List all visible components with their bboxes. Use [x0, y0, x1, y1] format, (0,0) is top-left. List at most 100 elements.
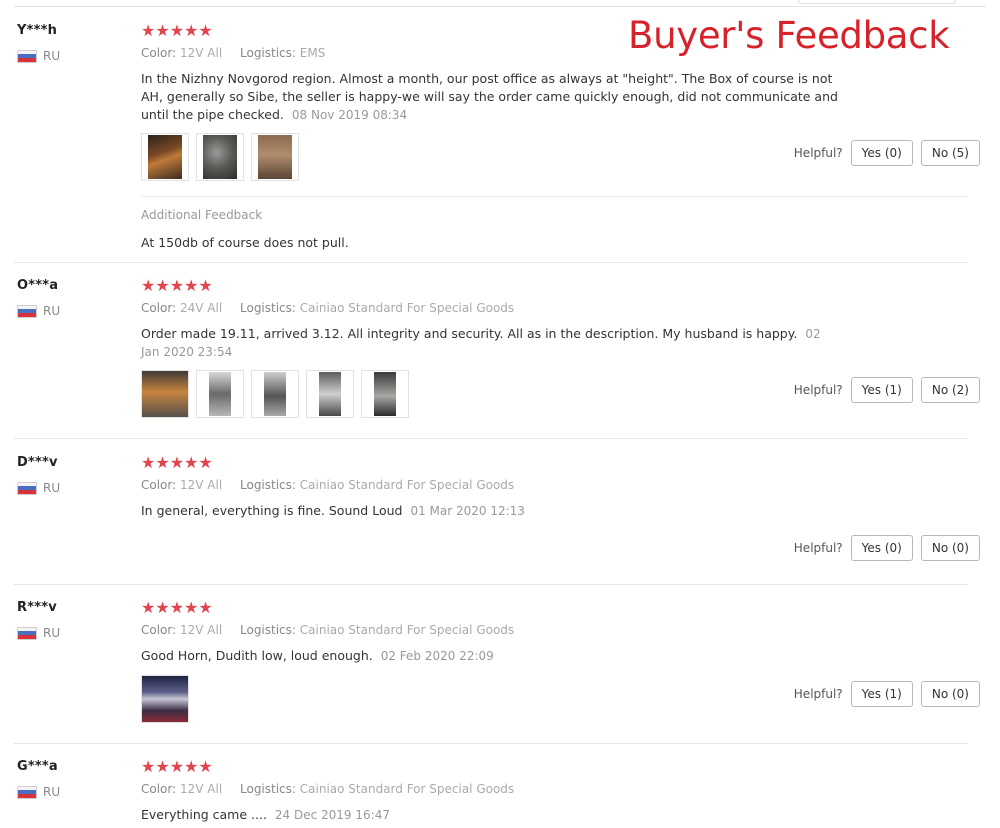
color-label: Color:: [141, 623, 177, 637]
russia-flag-icon: [17, 626, 37, 640]
star-rating: ★★★★★: [141, 276, 213, 295]
star-rating: ★★★★★: [141, 598, 213, 617]
russia-flag-icon: [17, 481, 37, 495]
logistics-value: Cainiao Standard For Special Goods: [299, 782, 515, 796]
review-photo-thumbnail[interactable]: [251, 133, 299, 181]
review-divider: [14, 584, 967, 585]
review-date: 02 Feb 2020 22:09: [380, 649, 494, 663]
buyer-country: RU: [17, 49, 60, 63]
helpful-no-button[interactable]: No (2): [920, 377, 980, 403]
review-photos: [141, 133, 299, 181]
logistics-value: Cainiao Standard For Special Goods: [299, 301, 515, 315]
russia-flag-icon: [17, 49, 37, 63]
logistics-label: Logistics:: [240, 623, 296, 637]
country-code: RU: [43, 626, 61, 640]
buyer-name: G***a: [17, 759, 58, 774]
review-photos: [141, 370, 409, 418]
order-meta: Color: 12V All Logistics: EMS: [141, 46, 339, 60]
logistics-label: Logistics:: [240, 782, 296, 796]
color-label: Color:: [141, 46, 177, 60]
review-photos: [141, 675, 189, 723]
review-divider: [14, 262, 967, 263]
additional-feedback-title: Additional Feedback: [141, 208, 263, 222]
review-photo-thumbnail[interactable]: [196, 133, 244, 181]
order-meta: Color: 12V All Logistics: Cainiao Standa…: [141, 478, 528, 492]
helpful-yes-button[interactable]: Yes (1): [850, 681, 913, 707]
star-rating: ★★★★★: [141, 757, 213, 776]
review-text: Everything came .... 24 Dec 2019 16:47: [141, 806, 841, 824]
logistics-value: Cainiao Standard For Special Goods: [299, 623, 515, 637]
country-code: RU: [43, 785, 61, 799]
review-date: 24 Dec 2019 16:47: [274, 808, 390, 822]
color-value: 12V All: [180, 782, 223, 796]
color-value: 12V All: [180, 46, 223, 60]
helpful-label: Helpful?: [793, 146, 843, 160]
helpful-no-button[interactable]: No (0): [920, 681, 980, 707]
helpful-label: Helpful?: [793, 541, 843, 555]
helpful-votes: Helpful? Yes (1) No (2): [794, 377, 980, 403]
sort-dropdown-edge[interactable]: [798, 0, 956, 4]
buyer-country: RU: [17, 304, 60, 318]
helpful-votes: Helpful? Yes (0) No (0): [794, 535, 980, 561]
review-body: Everything came ....: [141, 807, 267, 822]
helpful-yes-button[interactable]: Yes (1): [850, 377, 913, 403]
buyer-country: RU: [17, 626, 60, 640]
logistics-label: Logistics:: [240, 478, 296, 492]
review-date: 08 Nov 2019 08:34: [291, 108, 408, 122]
buyer-name: R***v: [17, 600, 57, 615]
buyer-name: D***v: [17, 455, 58, 470]
review-photo-thumbnail[interactable]: [251, 370, 299, 418]
buyer-country: RU: [17, 481, 60, 495]
page-banner-title: Buyer's Feedback: [628, 14, 950, 57]
buyer-country: RU: [17, 785, 60, 799]
review-divider: [14, 743, 967, 744]
country-code: RU: [43, 481, 61, 495]
helpful-no-button[interactable]: No (0): [920, 535, 980, 561]
review-body: Good Horn, Dudith low, loud enough.: [141, 648, 373, 663]
star-rating: ★★★★★: [141, 453, 213, 472]
top-divider: [14, 6, 986, 7]
order-meta: Color: 24V All Logistics: Cainiao Standa…: [141, 301, 528, 315]
color-value: 12V All: [180, 478, 223, 492]
color-value: 12V All: [180, 623, 223, 637]
russia-flag-icon: [17, 304, 37, 318]
helpful-label: Helpful?: [793, 383, 843, 397]
buyer-name: Y***h: [17, 23, 58, 38]
review-divider: [14, 438, 967, 439]
review-photo-thumbnail[interactable]: [196, 370, 244, 418]
country-code: RU: [43, 49, 61, 63]
review-photo-thumbnail[interactable]: [141, 370, 189, 418]
logistics-label: Logistics:: [240, 46, 296, 60]
russia-flag-icon: [17, 785, 37, 799]
order-meta: Color: 12V All Logistics: Cainiao Standa…: [141, 623, 528, 637]
review-photo-thumbnail[interactable]: [361, 370, 409, 418]
helpful-votes: Helpful? Yes (0) No (5): [794, 140, 980, 166]
buyer-name: O***a: [17, 278, 59, 293]
review-body: Order made 19.11, arrived 3.12. All inte…: [141, 326, 798, 341]
helpful-no-button[interactable]: No (5): [920, 140, 980, 166]
review-text: Order made 19.11, arrived 3.12. All inte…: [141, 325, 841, 361]
helpful-yes-button[interactable]: Yes (0): [850, 535, 913, 561]
logistics-value: EMS: [299, 46, 326, 60]
country-code: RU: [43, 304, 61, 318]
additional-feedback-divider: [141, 196, 967, 197]
additional-feedback-text: At 150db of course does not pull.: [141, 235, 349, 250]
review-photo-thumbnail[interactable]: [306, 370, 354, 418]
color-label: Color:: [141, 301, 177, 315]
review-body: In general, everything is fine. Sound Lo…: [141, 503, 403, 518]
review-photo-thumbnail[interactable]: [141, 675, 189, 723]
color-value: 24V All: [180, 301, 223, 315]
review-text: In the Nizhny Novgorod region. Almost a …: [141, 70, 841, 124]
order-meta: Color: 12V All Logistics: Cainiao Standa…: [141, 782, 528, 796]
helpful-votes: Helpful? Yes (1) No (0): [794, 681, 980, 707]
review-date: 01 Mar 2020 12:13: [410, 504, 525, 518]
review-text: In general, everything is fine. Sound Lo…: [141, 502, 841, 520]
review-photo-thumbnail[interactable]: [141, 133, 189, 181]
logistics-label: Logistics:: [240, 301, 296, 315]
review-text: Good Horn, Dudith low, loud enough. 02 F…: [141, 647, 841, 665]
color-label: Color:: [141, 782, 177, 796]
color-label: Color:: [141, 478, 177, 492]
helpful-yes-button[interactable]: Yes (0): [850, 140, 913, 166]
star-rating: ★★★★★: [141, 21, 213, 40]
logistics-value: Cainiao Standard For Special Goods: [299, 478, 515, 492]
